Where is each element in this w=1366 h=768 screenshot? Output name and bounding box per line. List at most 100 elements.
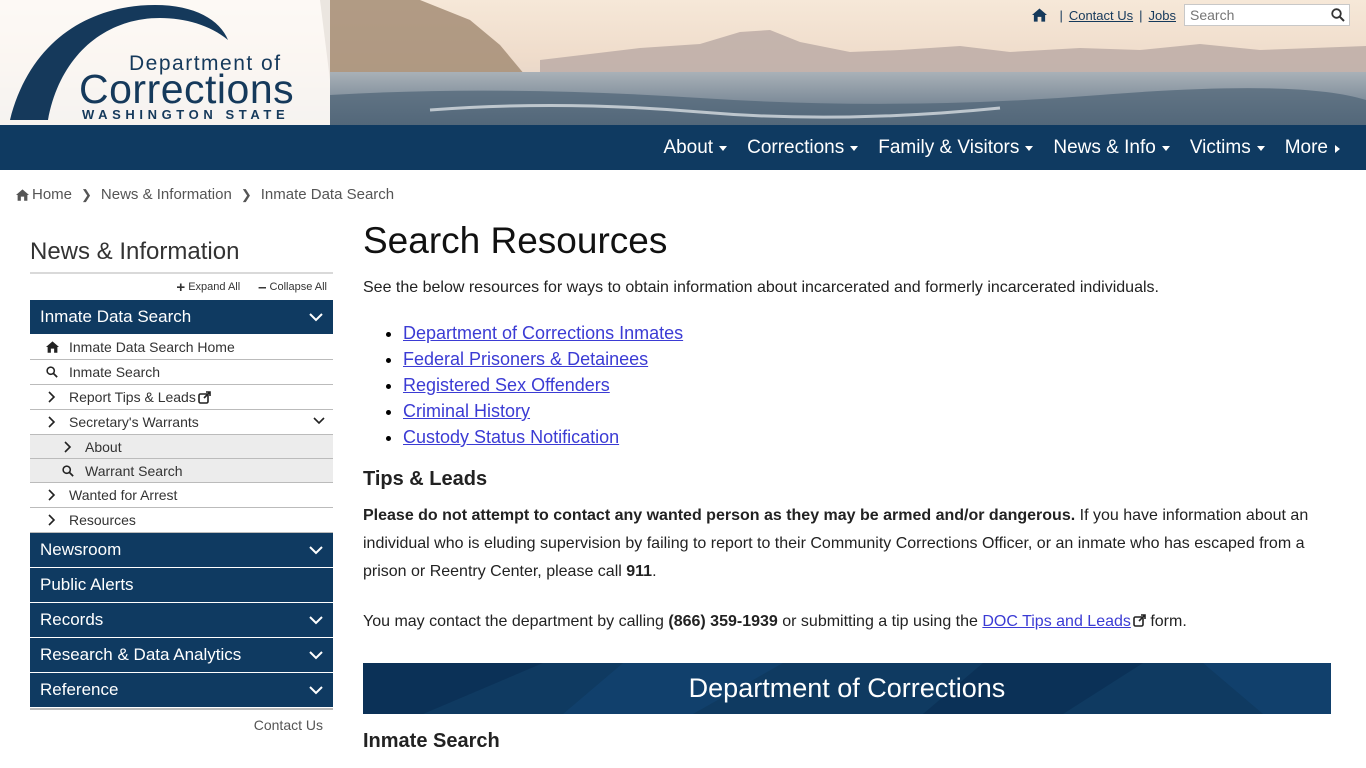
sidebar-item-report-tips-leads[interactable]: Report Tips & Leads	[30, 385, 333, 410]
tips-heading: Tips & Leads	[363, 468, 488, 490]
sidebar-contact-us-link[interactable]: Contact Us	[30, 708, 333, 733]
chevron-down-icon	[309, 650, 323, 659]
sidebar-item-label: Warrant Search	[85, 462, 183, 479]
sidebar-item-label: Inmate Data Search Home	[69, 339, 235, 355]
logo-line-2: Corrections	[79, 66, 295, 112]
sidebar-tools: + Expand All – Collapse All	[30, 274, 333, 300]
link-criminal-history[interactable]: Criminal History	[403, 401, 530, 421]
sidebar-section-inmate-data-search[interactable]: Inmate Data Search	[30, 300, 333, 335]
expand-all-button[interactable]: + Expand All	[176, 279, 240, 296]
contact-text: form.	[1145, 613, 1187, 630]
emergency-number: 911	[626, 563, 653, 580]
nav-label: News & Info	[1053, 136, 1156, 158]
nav-corrections[interactable]: Corrections	[747, 136, 859, 159]
chevron-right-icon: ❯	[81, 186, 92, 202]
chevron-down-icon	[309, 312, 323, 321]
breadcrumb: Home ❯ News & Information ❯ Inmate Data …	[16, 186, 394, 203]
doc-tips-leads-link[interactable]: DOC Tips and Leads	[982, 613, 1131, 630]
contact-paragraph: You may contact the department by callin…	[363, 613, 1331, 631]
chevron-right-icon: ❯	[240, 186, 252, 202]
sidebar-item-label: About	[85, 438, 122, 455]
chevron-down-icon[interactable]	[313, 417, 325, 425]
home-icon[interactable]	[1032, 8, 1048, 22]
sidebar-item-label: Report Tips & Leads	[69, 389, 196, 405]
sidebar-item-wanted-for-arrest[interactable]: Wanted for Arrest	[30, 483, 333, 508]
section-label: Inmate Data Search	[40, 307, 192, 326]
site-search	[1184, 4, 1350, 26]
external-link-icon	[198, 390, 211, 404]
section-label: Public Alerts	[40, 575, 134, 594]
sidebar-title: News & Information	[30, 238, 333, 274]
chevron-right-icon	[48, 391, 56, 403]
caret-down-icon	[719, 146, 728, 151]
nav-about[interactable]: About	[663, 136, 728, 159]
resource-links: Department of Corrections Inmates Federa…	[363, 323, 1331, 453]
breadcrumb-home[interactable]: Home	[32, 186, 72, 203]
section-label: Reference	[40, 680, 119, 699]
sidebar-section-records[interactable]: Records	[30, 603, 333, 638]
link-custody-status[interactable]: Custody Status Notification	[403, 427, 619, 447]
tips-warning-paragraph: Please do not attempt to contact any wan…	[363, 502, 1331, 586]
sidebar-item-secretarys-warrants[interactable]: Secretary's Warrants	[30, 410, 333, 435]
home-icon	[16, 188, 29, 201]
utility-bar: | Contact Us | Jobs	[1032, 4, 1350, 26]
list-item: Registered Sex Offenders	[403, 375, 1331, 401]
nav-label: About	[663, 136, 714, 158]
doc-section-banner: Department of Corrections	[363, 663, 1331, 714]
caret-down-icon	[1161, 146, 1170, 151]
period: .	[652, 563, 657, 580]
search-input[interactable]	[1185, 7, 1327, 23]
warning-bold-text: Please do not attempt to contact any wan…	[363, 507, 1076, 524]
list-item: Custody Status Notification	[403, 427, 1331, 453]
collapse-all-label: Collapse All	[269, 281, 327, 293]
contact-us-link[interactable]: Contact Us	[1069, 8, 1133, 23]
sidebar-item-inmate-search[interactable]: Inmate Search	[30, 360, 333, 385]
main-content: Search Resources See the below resources…	[363, 220, 1331, 753]
header-banner: Department of Corrections WASHINGTON STA…	[0, 0, 1366, 125]
nav-family-visitors[interactable]: Family & Visitors	[878, 136, 1034, 159]
chevron-right-icon	[48, 514, 56, 526]
home-icon	[45, 341, 59, 353]
link-doc-inmates[interactable]: Department of Corrections Inmates	[403, 323, 683, 343]
sidebar-section-public-alerts[interactable]: Public Alerts	[30, 568, 333, 603]
link-sex-offenders[interactable]: Registered Sex Offenders	[403, 375, 610, 395]
contact-text: or submitting a tip using the	[777, 613, 983, 630]
chevron-down-icon	[309, 545, 323, 554]
sidebar-item-warrants-about[interactable]: About	[30, 435, 333, 459]
nav-news-info[interactable]: News & Info	[1053, 136, 1170, 159]
sidebar-item-label: Resources	[69, 512, 136, 528]
nav-label: Corrections	[747, 136, 845, 158]
chevron-down-icon	[309, 685, 323, 694]
sidebar-item-resources[interactable]: Resources	[30, 508, 333, 533]
doc-logo[interactable]: Department of Corrections WASHINGTON STA…	[0, 0, 330, 125]
nav-label: Victims	[1189, 136, 1251, 158]
sidebar-section-reference[interactable]: Reference	[30, 673, 333, 708]
sidebar-section-research-data-analytics[interactable]: Research & Data Analytics	[30, 638, 333, 673]
breadcrumb-news-information[interactable]: News & Information	[101, 186, 232, 203]
sidebar-item-inmate-data-search-home[interactable]: Inmate Data Search Home	[30, 335, 333, 360]
sidebar: News & Information + Expand All – Collapse…	[30, 238, 333, 733]
jobs-link[interactable]: Jobs	[1149, 8, 1176, 23]
sidebar-section-newsroom[interactable]: Newsroom	[30, 533, 333, 568]
banner-title: Department of Corrections	[688, 673, 1006, 703]
search-icon[interactable]	[1327, 5, 1349, 25]
sidebar-item-warrant-search[interactable]: Warrant Search	[30, 459, 333, 483]
expand-all-label: Expand All	[188, 281, 241, 293]
link-federal-prisoners[interactable]: Federal Prisoners & Detainees	[403, 349, 648, 369]
list-item: Federal Prisoners & Detainees	[403, 349, 1331, 375]
contact-text: You may contact the department by callin…	[363, 613, 669, 630]
nav-label: Family & Visitors	[878, 136, 1020, 158]
search-icon	[46, 366, 58, 378]
main-navigation: About Corrections Family & Visitors News…	[0, 125, 1366, 170]
phone-number: (866) 359-1939	[668, 613, 778, 630]
section-label: Records	[40, 610, 104, 629]
collapse-all-button[interactable]: – Collapse All	[258, 279, 327, 296]
nav-more[interactable]: More	[1285, 137, 1340, 159]
plus-icon: +	[176, 278, 186, 296]
chevron-right-icon	[48, 416, 56, 428]
nav-victims[interactable]: Victims	[1190, 137, 1265, 159]
search-icon	[62, 464, 74, 477]
divider: |	[1139, 7, 1143, 23]
logo-line-3: WASHINGTON STATE	[82, 107, 290, 122]
caret-right-icon	[1335, 144, 1340, 153]
